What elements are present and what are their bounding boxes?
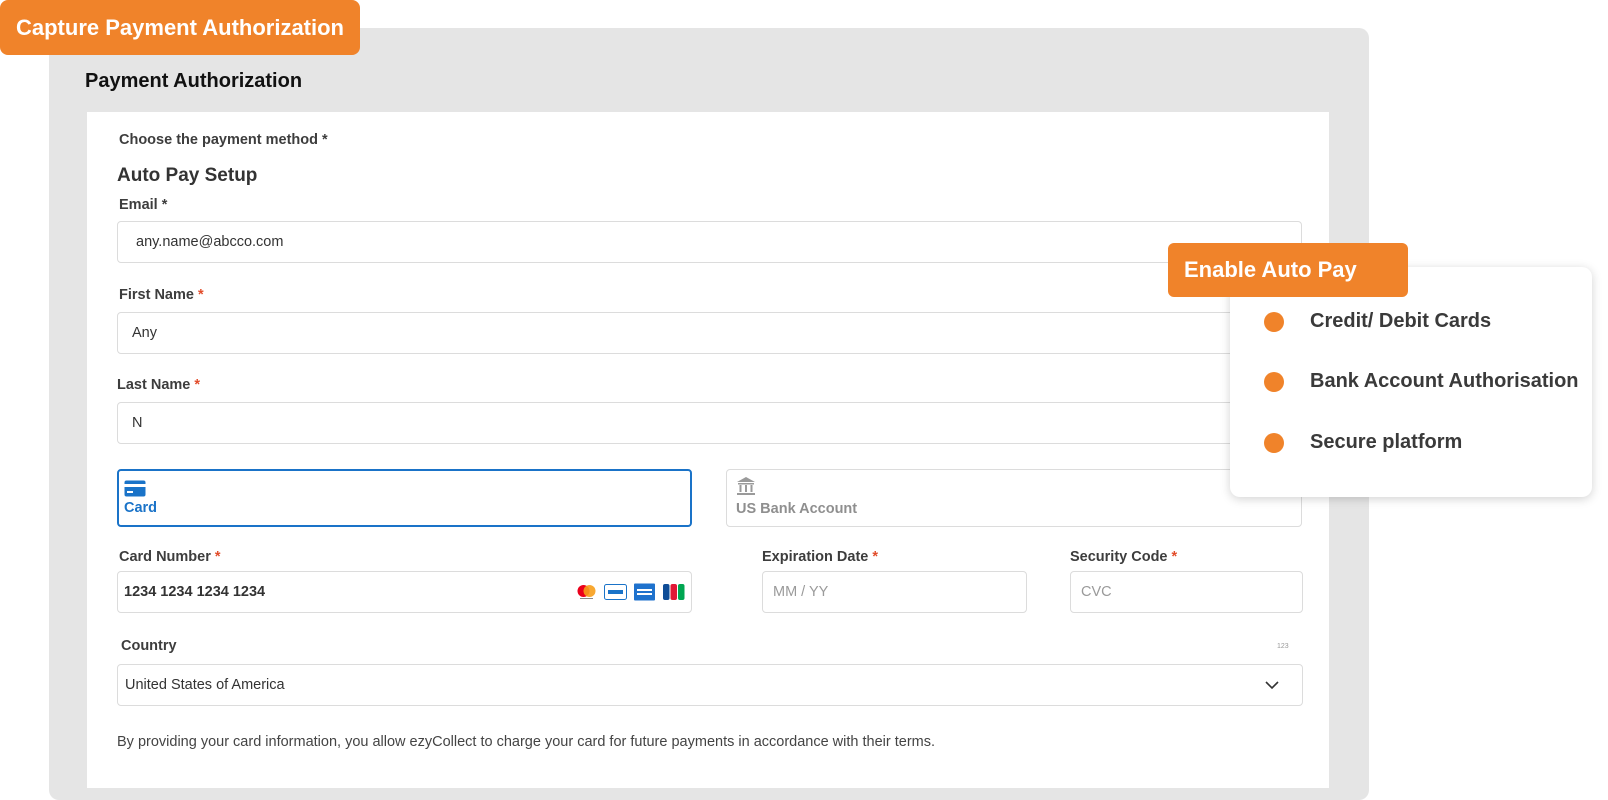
country-select[interactable]: United States of America: [117, 664, 1303, 706]
first-name-label: First Name *: [119, 287, 204, 303]
bullet-dot-icon: [1264, 371, 1284, 392]
required-marker: *: [214, 549, 221, 565]
capture-payment-authorization-badge: Capture Payment Authorization: [0, 0, 360, 55]
required-marker: *: [197, 287, 204, 303]
card-number-value: 1234 1234 1234 1234: [124, 584, 266, 600]
card-brand-icons: [575, 583, 685, 601]
card-number-label-text: Card Number: [119, 549, 211, 565]
required-marker: *: [872, 549, 879, 565]
card-number-label: Card Number *: [119, 549, 221, 565]
email-value: any.name@abcco.com: [136, 234, 284, 250]
cvc-hint: 123: [1277, 643, 1289, 650]
chevron-down-icon: [1264, 677, 1280, 697]
panel-title: Payment Authorization: [85, 70, 303, 92]
enable-auto-pay-badge: Enable Auto Pay: [1168, 243, 1408, 297]
auto-pay-features-card: Credit/ Debit Cards Bank Account Authori…: [1230, 267, 1592, 497]
feature-item: Secure platform: [1264, 431, 1462, 454]
feature-item: Bank Account Authorisation: [1264, 370, 1579, 393]
last-name-value: N: [132, 415, 143, 431]
bank-icon: [736, 476, 756, 501]
feature-item: Credit/ Debit Cards: [1264, 310, 1491, 333]
section-title: Auto Pay Setup: [117, 165, 258, 186]
required-marker: *: [1171, 549, 1178, 565]
expiration-date-label: Expiration Date *: [762, 549, 878, 565]
required-marker: *: [194, 377, 200, 393]
card-method-label: Card: [124, 500, 158, 516]
visa-icon: [604, 584, 627, 600]
expiration-date-field[interactable]: MM / YY: [762, 571, 1027, 613]
feature-text: Credit/ Debit Cards: [1310, 310, 1492, 332]
bullet-dot-icon: [1264, 311, 1284, 332]
country-value: United States of America: [125, 677, 285, 693]
security-code-label: Security Code *: [1070, 549, 1177, 565]
credit-card-icon: [124, 480, 146, 502]
last-name-field[interactable]: N: [117, 402, 1302, 444]
first-name-field[interactable]: Any: [117, 312, 1302, 354]
email-label: Email *: [119, 197, 168, 213]
payment-method-card[interactable]: Card: [117, 469, 692, 527]
card-number-field[interactable]: 1234 1234 1234 1234: [117, 571, 692, 613]
feature-text: Bank Account Authorisation: [1310, 370, 1579, 392]
bullet-dot-icon: [1264, 432, 1284, 453]
security-code-field[interactable]: CVC: [1070, 571, 1303, 613]
country-label: Country: [121, 638, 177, 654]
expiration-label-text: Expiration Date: [762, 549, 869, 565]
first-name-label-text: First Name: [119, 287, 194, 303]
security-code-placeholder: CVC: [1081, 584, 1112, 600]
mastercard-icon: [577, 585, 596, 599]
last-name-label-text: Last Name: [117, 377, 191, 393]
bank-method-label: US Bank Account: [736, 501, 858, 517]
security-code-label-text: Security Code: [1070, 549, 1168, 565]
authorization-disclaimer: By providing your card information, you …: [117, 734, 936, 750]
choose-method-label: Choose the payment method *: [119, 132, 328, 148]
expiration-placeholder: MM / YY: [773, 584, 829, 600]
feature-text: Secure platform: [1310, 431, 1463, 453]
email-field[interactable]: any.name@abcco.com: [117, 221, 1302, 263]
amex-icon: [634, 583, 655, 601]
jcb-icon: [663, 584, 685, 600]
first-name-value: Any: [132, 325, 157, 341]
last-name-label: Last Name *: [117, 377, 200, 393]
payment-method-bank[interactable]: US Bank Account: [726, 469, 1302, 527]
